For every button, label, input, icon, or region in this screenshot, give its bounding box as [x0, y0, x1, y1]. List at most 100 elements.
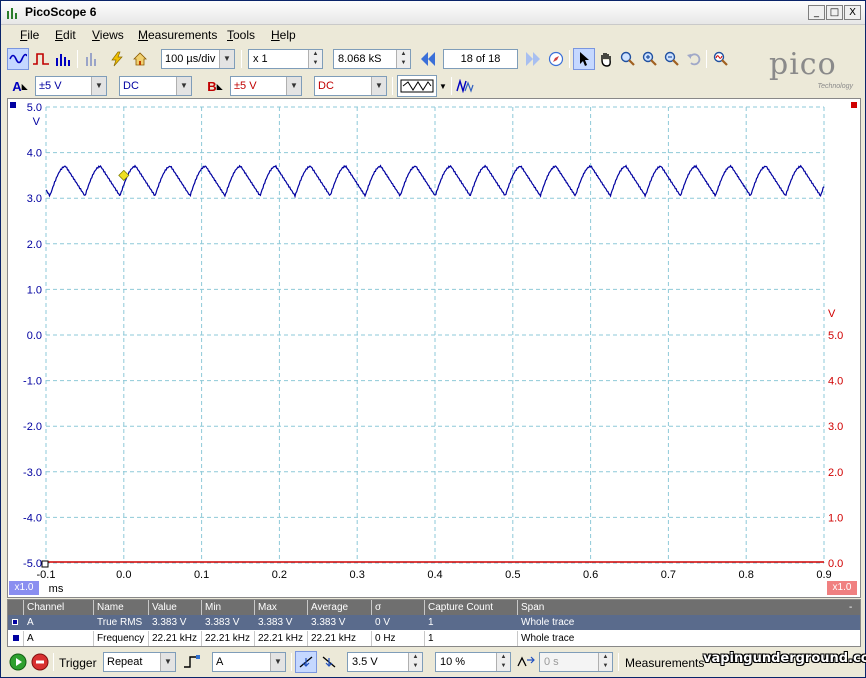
falling-edge-button[interactable]: [318, 651, 340, 673]
math-channels-button[interactable]: [454, 75, 476, 97]
toolbar-separator: [569, 50, 570, 68]
spectrum-bars-icon: [56, 54, 70, 66]
column-header[interactable]: Average: [308, 600, 372, 615]
menu-help[interactable]: Help: [271, 28, 296, 42]
chevron-down-icon: ▼: [160, 653, 175, 671]
column-header[interactable]: Max: [255, 600, 308, 615]
column-header[interactable]: Min: [202, 600, 255, 615]
advanced-trigger-button[interactable]: [181, 651, 203, 673]
title-bar: PicoScope 6 _ □ X: [1, 1, 865, 25]
y-left-tick-label: -5.0: [23, 558, 42, 570]
pretrigger-stepper[interactable]: 10 % ▲ ▼: [435, 652, 511, 672]
measurements-label: Measurements: [625, 656, 705, 670]
chevron-down-icon: ▼: [270, 653, 285, 671]
post-trigger-delay-button[interactable]: [515, 651, 537, 673]
buffer-overview-button[interactable]: [545, 48, 567, 70]
trigger-mode-select[interactable]: Repeat ▼: [103, 652, 176, 672]
column-header[interactable]: σ: [372, 600, 425, 615]
channel-a-coupling-select[interactable]: DC ▼: [119, 76, 192, 96]
spin-arrows-icon: ▲ ▼: [496, 653, 510, 671]
chevron-down-icon: ▼: [176, 77, 191, 95]
zoom-overview-icon: [713, 51, 728, 66]
zoom-overview-button[interactable]: [710, 48, 732, 70]
x-tick-label: 0.2: [272, 569, 287, 581]
x-tick-label: 0.6: [583, 569, 598, 581]
buffer-back-button[interactable]: [417, 48, 439, 70]
signal-generator-dropdown[interactable]: ▼: [437, 75, 449, 97]
signal-generator-button[interactable]: [397, 75, 437, 97]
table-row[interactable]: A True RMS 3.383 V 3.383 V 3.383 V 3.383…: [8, 615, 860, 630]
channel-b-options-button[interactable]: B ◣: [202, 75, 228, 97]
channel-a-options-button[interactable]: A ◣: [7, 75, 33, 97]
y-left-tick-label: -4.0: [23, 512, 42, 524]
toolbar-separator: [241, 50, 242, 68]
menu-edit[interactable]: Edit: [55, 28, 76, 42]
undo-zoom-button[interactable]: [683, 48, 705, 70]
scope-wave-icon: [9, 53, 27, 64]
zoom-in-button[interactable]: [639, 48, 661, 70]
hand-icon: [601, 53, 611, 67]
stop-button[interactable]: [29, 651, 51, 673]
buffer-navigator[interactable]: 18 of 18: [443, 49, 518, 69]
samples-stepper[interactable]: 8.068 kS ▲ ▼: [333, 49, 411, 69]
channel-b-range-select[interactable]: ±5 V ▼: [230, 76, 302, 96]
column-header[interactable]: Span: [518, 600, 843, 615]
table-cell: True RMS: [97, 617, 143, 628]
collapse-icon[interactable]: -: [846, 600, 860, 615]
table-row[interactable]: A Frequency 22.21 kHz 22.21 kHz 22.21 kH…: [8, 631, 860, 646]
default-setup-button[interactable]: [129, 48, 151, 70]
column-header[interactable]: Value: [149, 600, 202, 615]
rising-edge-button[interactable]: [295, 651, 317, 673]
trigger-channel-select[interactable]: A ▼: [212, 652, 286, 672]
trigger-threshold-stepper[interactable]: 3.5 V ▲ ▼: [347, 652, 423, 672]
buffer-forward-button[interactable]: [522, 48, 544, 70]
maximize-button[interactable]: □: [826, 5, 843, 20]
persistence-mode-button[interactable]: [30, 48, 52, 70]
table-cell: 3.383 V: [311, 617, 346, 628]
zoom-stepper[interactable]: x 1 ▲ ▼: [248, 49, 323, 69]
column-header[interactable]: Name: [94, 600, 149, 615]
table-cell: Whole trace: [521, 633, 575, 644]
column-header[interactable]: Capture Count: [425, 600, 518, 615]
channel-a-range-select[interactable]: ±5 V ▼: [35, 76, 107, 96]
select-tool-button[interactable]: [573, 48, 595, 70]
chevron-down-icon: ▼: [219, 50, 234, 68]
trigger-label: Trigger: [59, 656, 97, 670]
post-trigger-delay-stepper[interactable]: 0 s ▲ ▼: [539, 652, 613, 672]
scope-view[interactable]: -0.1 0.0 0.1 0.2 0.3 0.4 0.5 0.6 0.7 0.8 0.9 5.0 4.0…: [7, 98, 861, 598]
signal-generator-icon: [400, 79, 434, 93]
zoom-window-button[interactable]: [617, 48, 639, 70]
spin-arrows-icon: ▲ ▼: [308, 50, 322, 68]
column-header[interactable]: Channel: [24, 600, 94, 615]
table-cell: A: [27, 617, 34, 628]
menu-file[interactable]: File: [20, 28, 39, 42]
x-tick-label: 0.9: [816, 569, 831, 581]
toolbar-separator: [291, 653, 292, 671]
timebase-select[interactable]: 100 µs/div ▼: [161, 49, 235, 69]
y-left-tick-label: 5.0: [27, 102, 42, 114]
view-bars-icon: [86, 53, 96, 66]
menu-tools[interactable]: Tools: [227, 28, 255, 42]
zoom-out-button[interactable]: [661, 48, 683, 70]
x-tick-label: 0.8: [739, 569, 754, 581]
minimize-button[interactable]: _: [808, 5, 825, 20]
zoom-out-icon: [664, 51, 679, 66]
auto-setup-button[interactable]: [106, 48, 128, 70]
toolbar-separator: [53, 653, 54, 671]
toolbar-separator: [77, 50, 78, 68]
menu-views[interactable]: Views: [92, 28, 124, 42]
add-view-button[interactable]: [81, 48, 103, 70]
channel-b-coupling-select[interactable]: DC ▼: [314, 76, 387, 96]
table-cell: 1: [425, 631, 518, 646]
scope-mode-button[interactable]: [7, 48, 29, 70]
menu-measurements[interactable]: Measurements: [138, 28, 217, 42]
pan-tool-button[interactable]: [595, 48, 617, 70]
start-button[interactable]: [7, 651, 29, 673]
table-cell: A: [24, 631, 94, 646]
chevron-down-icon: ▼: [91, 77, 106, 95]
y-left-unit-label: V: [33, 116, 41, 128]
x-zoom-indicator-left: x1.0: [9, 581, 39, 595]
table-cell: 0 V: [375, 617, 391, 628]
spectrum-mode-button[interactable]: [53, 48, 75, 70]
close-button[interactable]: X: [844, 5, 861, 20]
